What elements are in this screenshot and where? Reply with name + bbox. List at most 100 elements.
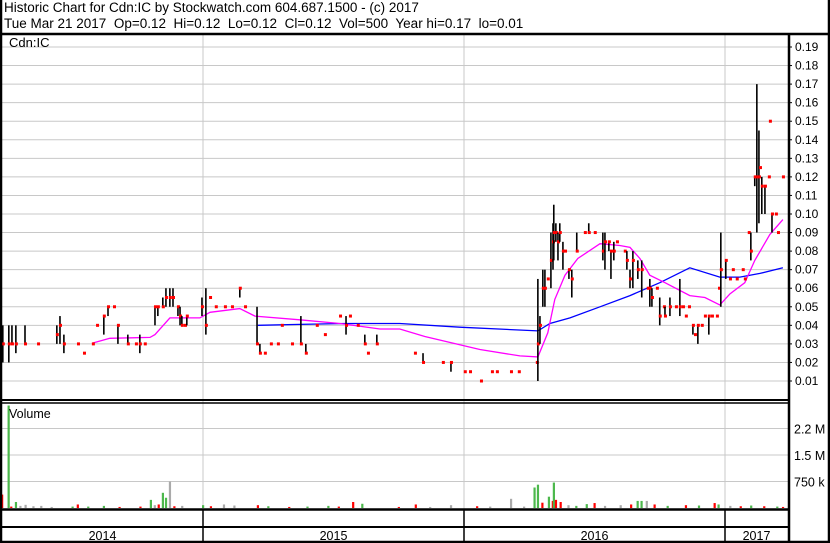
volume-bar (781, 506, 785, 508)
volume-bar (414, 504, 417, 508)
close-marker (91, 342, 95, 346)
price-tick-label: 0.12 (795, 170, 819, 184)
close-marker (55, 333, 59, 337)
close-marker (546, 277, 550, 281)
close-marker (760, 184, 764, 188)
close-marker (715, 314, 719, 318)
close-marker (299, 342, 303, 346)
close-marker (543, 286, 547, 290)
close-marker (696, 323, 700, 327)
close-marker (710, 314, 714, 318)
price-tick-label: 0.16 (795, 96, 819, 110)
long-moving-average-line (257, 267, 784, 332)
stock-chart: 0.01 0.02 0.03 0.04 0.05 0.06 0.07 0.08 0.09 0.10… (0, 0, 830, 543)
volume-bar (19, 505, 22, 508)
close-marker (650, 295, 654, 299)
close-marker (126, 342, 130, 346)
close-marker (62, 342, 66, 346)
close-marker (238, 286, 242, 290)
close-marker (82, 351, 86, 355)
close-marker (743, 277, 747, 281)
close-marker (323, 333, 327, 337)
close-marker (348, 314, 352, 318)
close-marker (375, 342, 379, 346)
volume-bar (157, 504, 160, 508)
volume-bar (547, 496, 551, 508)
close-marker (607, 240, 611, 244)
volume-bar (233, 505, 236, 508)
close-marker (214, 305, 218, 309)
close-marker (658, 314, 662, 318)
volume-bar (397, 506, 400, 508)
close-marker (138, 342, 142, 346)
close-marker (564, 249, 568, 253)
close-marker (693, 333, 697, 337)
close-marker (291, 342, 295, 346)
volume-bar (554, 499, 558, 508)
volume-bar (429, 506, 432, 508)
volume-bar (536, 484, 540, 508)
close-marker (463, 370, 467, 374)
close-marker (134, 342, 138, 346)
close-marker (10, 342, 14, 346)
close-marker (256, 342, 260, 346)
volume-tick-label: 1.5 M (794, 449, 825, 463)
close-marker (678, 305, 682, 309)
volume-bar (102, 505, 106, 508)
close-marker (767, 175, 771, 179)
volume-bar (713, 503, 716, 508)
volume-bar (603, 505, 607, 508)
close-marker (96, 323, 100, 327)
close-marker (636, 268, 640, 272)
volume-bar (533, 487, 536, 508)
close-marker (668, 305, 672, 309)
volume-bar (71, 506, 74, 508)
price-tick-label: 0.05 (795, 300, 819, 314)
volume-bar (209, 506, 213, 508)
volume-bar (32, 506, 35, 508)
close-marker (719, 268, 723, 272)
close-marker (691, 323, 695, 327)
volume-bar (750, 505, 753, 508)
close-marker (700, 323, 704, 327)
close-marker (37, 342, 41, 346)
volume-bar (361, 503, 364, 508)
close-marker (741, 268, 745, 272)
volume-bar (523, 506, 526, 508)
volume-bar (636, 500, 639, 508)
volume-bar (337, 506, 340, 508)
volume-bar (575, 505, 578, 508)
close-marker (575, 249, 579, 253)
price-tick-label: 0.10 (795, 207, 819, 221)
close-marker (449, 360, 453, 364)
close-marker (558, 231, 562, 235)
volume-bar (118, 506, 121, 508)
volume-bar (776, 506, 779, 508)
volume-tick-label: 750 k (794, 476, 825, 490)
volume-tick-label: 2.2 M (794, 423, 825, 437)
price-tick-label: 0.19 (795, 40, 819, 54)
price-tick-label: 0.04 (795, 318, 819, 332)
volume-bar (449, 505, 453, 508)
volume-bar (619, 505, 622, 508)
close-marker (23, 342, 27, 346)
volume-bar (352, 501, 355, 508)
close-marker (735, 277, 739, 281)
close-marker (768, 119, 772, 123)
price-tick-label: 0.11 (795, 188, 818, 202)
close-marker (356, 323, 360, 327)
close-marker (684, 314, 688, 318)
close-marker (1, 342, 5, 346)
price-tick-label: 0.17 (795, 77, 819, 91)
close-marker (304, 351, 308, 355)
close-marker (161, 305, 165, 309)
volume-bar (40, 505, 43, 508)
price-tick-label: 0.07 (795, 263, 819, 277)
close-marker (615, 240, 619, 244)
volume-bar (202, 505, 205, 508)
volume-bar (24, 504, 27, 508)
close-marker (724, 258, 728, 262)
price-tick-label: 0.01 (795, 374, 819, 388)
close-marker (116, 323, 120, 327)
close-marker (156, 305, 160, 309)
